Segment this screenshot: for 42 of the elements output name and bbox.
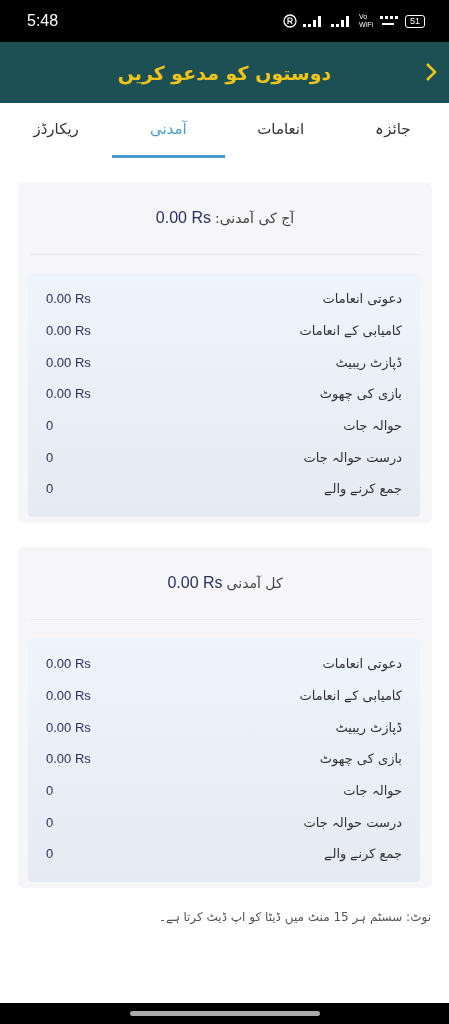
row-label: کامیابی کے انعامات xyxy=(299,687,402,703)
row-value: 0 xyxy=(46,449,54,465)
row-label: حوالہ جات xyxy=(343,418,402,434)
wifi-icon xyxy=(379,15,399,27)
row-value: 0.00 Rs xyxy=(46,354,91,370)
registered-icon xyxy=(283,14,297,28)
row-label: بازی کی چھوٹ xyxy=(319,751,402,767)
card-amount: 0.00 Rs xyxy=(155,209,211,227)
row-label: جمع کرنے والے xyxy=(324,481,402,497)
page-title: دوستوں کو مدعو کریں xyxy=(117,61,332,84)
battery-icon: 51 xyxy=(405,14,425,28)
row-value: 0 xyxy=(46,814,54,830)
row-label: جمع کرنے والے xyxy=(324,846,402,862)
row-label: حوالہ جات xyxy=(343,782,402,798)
tab[interactable]: انعامات xyxy=(224,103,337,158)
tab[interactable]: جائزہ xyxy=(336,103,449,158)
row-label: دعوتی انعامات xyxy=(322,291,402,307)
tab[interactable]: ریکارڈز xyxy=(0,103,113,158)
note-text: نوٹ: سسٹم ہر 15 منٹ میں ڈیٹا کو اپ ڈیٹ کرتا ہے۔ xyxy=(157,909,432,927)
row-label: کامیابی کے انعامات xyxy=(299,323,402,339)
row-value: 0 xyxy=(46,481,54,497)
row-label: درست حوالہ جات xyxy=(303,449,402,465)
card-amount: 0.00 Rs xyxy=(167,573,223,592)
row-value: 0.00 Rs xyxy=(46,386,91,402)
row-value: 0.00 Rs xyxy=(46,656,91,672)
status-time: 5:48 xyxy=(27,12,59,30)
row-label: درست حوالہ جات xyxy=(303,814,402,830)
row-label: ڈپازٹ ریبیٹ xyxy=(335,354,402,370)
card-title: آج کی آمدنی: xyxy=(215,210,295,226)
row-value: 0 xyxy=(46,846,54,862)
row-value: 0 xyxy=(46,418,54,434)
row-label: بازی کی چھوٹ xyxy=(319,386,402,402)
row-label: دعوتی انعامات xyxy=(322,656,402,672)
row-value: 0.00 Rs xyxy=(46,719,91,735)
row-value: 0.00 Rs xyxy=(46,291,91,307)
row-value: 0.00 Rs xyxy=(46,323,91,339)
row-value: 0.00 Rs xyxy=(46,751,91,767)
row-label: ڈپازٹ ریبیٹ xyxy=(335,719,402,735)
chevron-icon[interactable] xyxy=(425,62,437,82)
row-value: 0 xyxy=(46,782,54,798)
row-value: 0.00 Rs xyxy=(46,687,91,703)
card-title: کل آمدنی xyxy=(226,574,283,591)
